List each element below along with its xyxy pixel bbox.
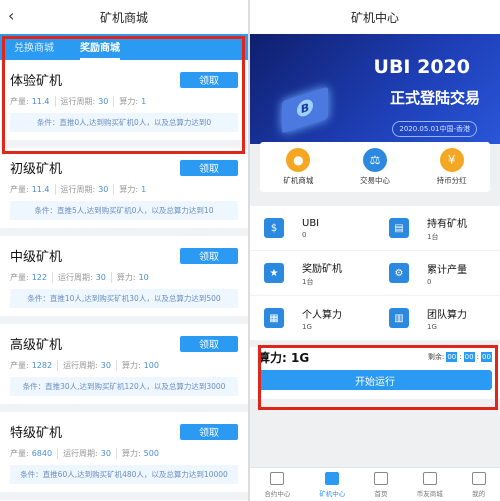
nav-coin-mall[interactable]: 币友商城 bbox=[417, 471, 443, 498]
gears-icon: ⚙ bbox=[389, 263, 409, 283]
cart-icon bbox=[422, 471, 437, 485]
user-icon bbox=[471, 471, 486, 485]
miner-card: 中级矿机 领取产量: 122 运行周期: 30 算力: 10 条件：直推10人,达到购买矿机3… bbox=[0, 236, 248, 324]
stat-power: 算力: 10 bbox=[116, 273, 149, 282]
miner-condition: 条件：直推30人,达到购买矿机120人，以及总算力达到3000 bbox=[10, 377, 238, 396]
banner-subtitle: 正式登陆交易 bbox=[389, 89, 480, 107]
claim-button[interactable]: 领取 bbox=[180, 247, 238, 264]
miner-center-panel: 矿机中心 B UBI 2020 正式登陆交易 2020.05.01中国-香港 ●… bbox=[250, 0, 500, 501]
scale-icon: ⚖ bbox=[362, 148, 387, 172]
document-icon bbox=[270, 471, 285, 485]
stat-period: 运行周期: 30 bbox=[58, 272, 112, 283]
miner-stats: 产量: 11.4 运行周期: 30 算力: 1 bbox=[10, 184, 238, 195]
card-header: 初级矿机 领取 bbox=[10, 158, 238, 177]
coins-icon: ● bbox=[286, 148, 311, 172]
page-title: 矿机中心 bbox=[350, 10, 399, 25]
miner-card: 初级矿机 领取产量: 11.4 运行周期: 30 算力: 1 条件：直推5人,达到购买矿机0人… bbox=[0, 148, 248, 236]
stat-output: 产量: 6840 bbox=[10, 448, 59, 459]
stat-personal-power[interactable]: ▦ 个人算力 1G bbox=[250, 296, 375, 341]
machine-icon: ▤ bbox=[389, 218, 409, 238]
miner-stats: 产量: 1282 运行周期: 30 算力: 100 bbox=[10, 360, 238, 371]
bitcoin-chip-icon: B bbox=[282, 86, 328, 134]
stat-output: 产量: 1282 bbox=[10, 360, 59, 371]
banner-title: UBI 2020 bbox=[373, 56, 470, 78]
banner-date: 2020.05.01中国-香港 bbox=[392, 121, 477, 137]
shortcut-dividend[interactable]: ¥ 持币分红 bbox=[437, 148, 467, 186]
stats-grid: $ UBI 0 ▤ 持有矿机 1台 ★ 奖励矿机 1台 ⚙ 累计产量 0 ▦ 个人算力 1G ▥ 团队… bbox=[250, 206, 500, 341]
miner-name: 高级矿机 bbox=[10, 338, 63, 353]
miner-card: 高级矿机 领取产量: 1282 运行周期: 30 算力: 100 条件：直推30人,达到购买矿… bbox=[0, 324, 248, 412]
wallet-icon: $ bbox=[264, 218, 284, 238]
miner-icon bbox=[325, 471, 340, 485]
claim-button[interactable]: 领取 bbox=[180, 159, 238, 176]
highlight-box-start-area bbox=[258, 345, 498, 410]
back-arrow-icon[interactable]: ‹ bbox=[8, 6, 14, 25]
nav-mine[interactable]: 我的 bbox=[471, 471, 486, 498]
grid-icon: ▦ bbox=[264, 308, 284, 328]
card-header: 高级矿机 领取 bbox=[10, 334, 238, 353]
shortcut-miner-mall[interactable]: ● 矿机商城 bbox=[283, 148, 313, 186]
stat-total-output[interactable]: ⚙ 累计产量 0 bbox=[375, 251, 500, 296]
stat-ubi[interactable]: $ UBI 0 bbox=[250, 206, 375, 251]
stat-period: 运行周期: 30 bbox=[61, 184, 115, 195]
stat-output: 产量: 11.4 bbox=[10, 184, 56, 195]
stat-team-power[interactable]: ▥ 团队算力 1G bbox=[375, 296, 500, 341]
medal-icon: ★ bbox=[264, 263, 284, 283]
stat-period: 运行周期: 30 bbox=[63, 448, 117, 459]
stat-power: 算力: 1 bbox=[119, 185, 147, 194]
center-topbar: 矿机中心 bbox=[250, 0, 500, 34]
miner-name: 特级矿机 bbox=[10, 426, 63, 441]
highlight-box-experience-miner bbox=[2, 36, 245, 154]
calculator-icon: ▥ bbox=[389, 308, 409, 328]
claim-button[interactable]: 领取 bbox=[180, 335, 238, 352]
miner-stats: 产量: 6840 运行周期: 30 算力: 500 bbox=[10, 448, 238, 459]
nav-home[interactable]: 首页 bbox=[373, 471, 388, 498]
miner-stats: 产量: 122 运行周期: 30 算力: 10 bbox=[10, 272, 238, 283]
stat-output: 产量: 122 bbox=[10, 272, 53, 283]
stat-reward-miners[interactable]: ★ 奖励矿机 1台 bbox=[250, 251, 375, 296]
nav-miner-center[interactable]: 矿机中心 bbox=[319, 471, 345, 498]
nav-contract-center[interactable]: 合约中心 bbox=[264, 471, 290, 498]
miner-card: 特级矿机 领取产量: 6840 运行周期: 30 算力: 500 条件：直推60人,达到购买矿… bbox=[0, 412, 248, 500]
stat-power: 算力: 500 bbox=[121, 449, 159, 458]
stat-period: 运行周期: 30 bbox=[63, 360, 117, 371]
miner-condition: 条件：直推10人,达到购买矿机30人，以及总算力达到500 bbox=[10, 289, 238, 308]
promo-banner[interactable]: B UBI 2020 正式登陆交易 2020.05.01中国-香港 bbox=[250, 34, 500, 144]
miner-name: 初级矿机 bbox=[10, 162, 63, 177]
miner-condition: 条件：直推60人,达到购买矿机480人，以及总算力达到10000 bbox=[10, 465, 238, 484]
shortcut-bar: ● 矿机商城 ⚖ 交易中心 ¥ 持币分红 bbox=[260, 142, 490, 192]
money-bag-icon: ¥ bbox=[439, 148, 464, 172]
bottom-nav: 合约中心 矿机中心 首页 币友商城 我的 bbox=[250, 467, 500, 501]
stat-owned-miners[interactable]: ▤ 持有矿机 1台 bbox=[375, 206, 500, 251]
stat-power: 算力: 100 bbox=[121, 361, 159, 370]
claim-button[interactable]: 领取 bbox=[180, 423, 238, 440]
miner-name: 中级矿机 bbox=[10, 250, 63, 265]
home-icon bbox=[373, 471, 388, 485]
card-header: 中级矿机 领取 bbox=[10, 246, 238, 265]
miner-condition: 条件：直推5人,达到购买矿机0人，以及总算力达到10 bbox=[10, 201, 238, 220]
page-title: 矿机商城 bbox=[99, 10, 148, 25]
card-header: 特级矿机 领取 bbox=[10, 422, 238, 441]
mall-topbar: ‹ 矿机商城 bbox=[0, 0, 248, 34]
shortcut-trade-center[interactable]: ⚖ 交易中心 bbox=[360, 148, 390, 186]
